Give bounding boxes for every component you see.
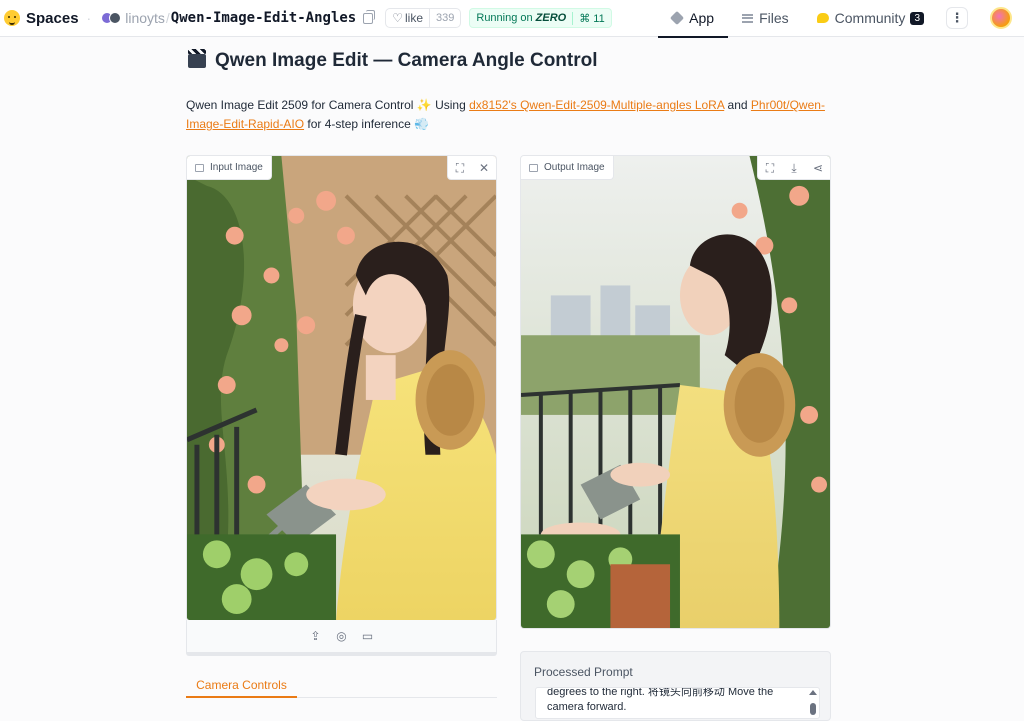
hugging-face-icon <box>4 10 20 26</box>
clapperboard-icon <box>188 49 206 68</box>
input-image-label: Input Image <box>187 156 272 180</box>
path-separator: / <box>165 10 170 26</box>
controls-tabs: Camera Controls <box>186 676 497 698</box>
tab-files[interactable]: Files <box>728 0 803 37</box>
output-image-toolbar: ⛶ ⤓ ⋖ <box>757 156 830 180</box>
like-count: 339 <box>429 9 460 27</box>
download-icon[interactable]: ⤓ <box>782 156 806 180</box>
top-bar: Spaces · linoyts / Qwen-Image-Edit-Angle… <box>0 0 1024 38</box>
scroll-up-icon[interactable] <box>809 690 817 695</box>
share-icon[interactable]: ⋖ <box>806 156 830 180</box>
tab-community-label: Community <box>834 10 906 26</box>
fullscreen-icon[interactable]: ⛶ <box>758 156 782 180</box>
processed-prompt-block: Processed Prompt degrees to the right. 将… <box>520 651 831 721</box>
running-label: Running on ZERO <box>476 12 567 24</box>
tab-app[interactable]: App <box>658 0 729 38</box>
input-image-toolbar: ⛶ ✕ <box>447 156 496 180</box>
kebab-icon: ⋮ <box>950 10 964 25</box>
tab-app-label: App <box>689 10 715 26</box>
like-label: like <box>405 11 424 25</box>
input-photo <box>187 156 496 620</box>
output-image-panel[interactable]: Output Image ⛶ ⤓ ⋖ <box>520 155 831 629</box>
chat-icon <box>816 13 829 23</box>
dash-icon: 💨 <box>414 117 430 131</box>
sparkle-icon: ✨ <box>416 98 432 112</box>
owner-avatar <box>101 12 122 24</box>
repo-name-link[interactable]: Qwen-Image-Edit-Angles <box>171 10 356 26</box>
files-icon <box>742 13 754 23</box>
spaces-home-link[interactable]: Spaces <box>4 10 79 27</box>
input-source-toolbar: ⇪ ◎ ▭ <box>186 620 497 653</box>
output-image-label: Output Image <box>521 156 614 180</box>
zero-gpu-label: ZERO <box>535 12 567 24</box>
input-image-panel[interactable]: Input Image ⛶ ✕ <box>186 155 497 621</box>
textarea-scrollbar[interactable] <box>809 690 817 718</box>
spaces-label: Spaces <box>26 9 79 27</box>
cube-icon <box>670 10 685 26</box>
divider: · <box>86 10 92 26</box>
fullscreen-icon[interactable]: ⛶ <box>448 156 472 180</box>
user-avatar[interactable] <box>990 7 1012 29</box>
clipboard-icon[interactable]: ▭ <box>362 629 374 643</box>
page-title: Qwen Image Edit — Camera Angle Control <box>215 50 598 71</box>
scroll-thumb[interactable] <box>810 703 816 715</box>
panel-bottom-edge <box>186 653 497 656</box>
webcam-icon[interactable]: ◎ <box>336 629 348 643</box>
replica-count: ⌘ 11 <box>572 11 610 25</box>
prompt-line: degrees to the right. 将镜头向前移动 Move the <box>547 687 774 698</box>
space-nav: App Files Community 3 ⋮ <box>658 0 1024 38</box>
output-photo <box>521 156 830 628</box>
tab-camera-controls[interactable]: Camera Controls <box>186 676 297 698</box>
heart-icon: ♡ <box>392 11 403 25</box>
upload-icon[interactable]: ⇪ <box>310 629 322 643</box>
image-icon <box>529 163 538 172</box>
image-icon <box>195 163 204 172</box>
lora-link[interactable]: dx8152's Qwen-Edit-2509-Multiple-angles … <box>469 98 724 112</box>
page-header: Qwen Image Edit — Camera Angle Control <box>188 49 598 72</box>
close-icon[interactable]: ✕ <box>472 156 496 180</box>
copy-icon[interactable] <box>363 9 376 24</box>
running-status-badge[interactable]: Running on ZERO ⌘ 11 <box>469 8 612 28</box>
page-description: Qwen Image Edit 2509 for Camera Control … <box>186 98 825 131</box>
tab-community[interactable]: Community 3 <box>803 0 938 37</box>
processed-prompt-textarea[interactable]: degrees to the right. 将镜头向前移动 Move the c… <box>535 687 820 719</box>
prompt-line: camera forward. <box>547 701 627 713</box>
tab-files-label: Files <box>759 10 789 26</box>
owner-link[interactable]: linoyts <box>125 10 165 26</box>
like-button[interactable]: ♡ like 339 <box>385 8 462 28</box>
community-count-badge: 3 <box>910 11 924 25</box>
more-options-button[interactable]: ⋮ <box>946 7 968 29</box>
processed-prompt-label: Processed Prompt <box>534 665 633 679</box>
